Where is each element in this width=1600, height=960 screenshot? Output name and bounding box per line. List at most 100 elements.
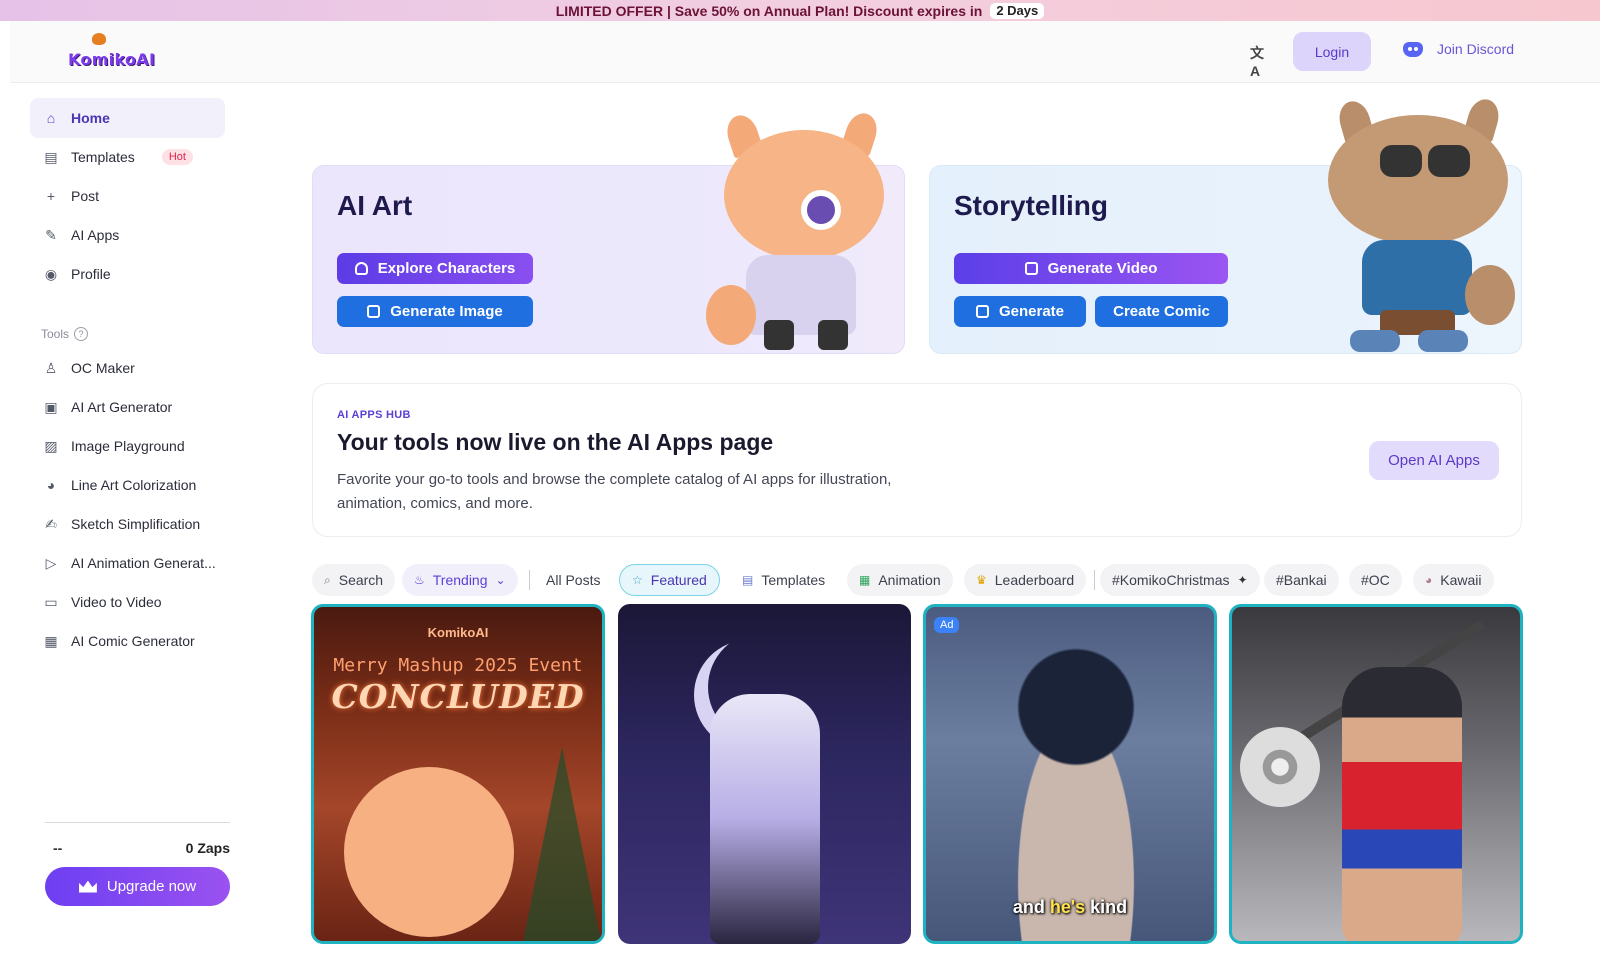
sidebar-item-ai-comic-generator[interactable]: ▦ AI Comic Generator <box>30 621 225 661</box>
weight-plate-illustration <box>1240 727 1320 807</box>
post-card-moon-knight[interactable] <box>618 604 911 944</box>
wolf-boy-mascot-illustration <box>1320 95 1520 357</box>
sidebar-item-home[interactable]: ⌂ Home <box>30 98 225 138</box>
feed-filter-bar: ⌕ Search ♨ Trending ⌄ All Posts ☆ Featur… <box>312 564 1522 596</box>
sidebar: ⌂ Home ▤ Templates Hot + Post ✎ AI Apps … <box>10 83 245 960</box>
promo-text: LIMITED OFFER | Save 50% on Annual Plan!… <box>555 2 983 19</box>
sidebar-item-label: AI Comic Generator <box>71 633 195 649</box>
upgrade-label: Upgrade now <box>106 878 197 895</box>
video-caption: and he's kind <box>926 897 1214 918</box>
caption-highlight: he's <box>1049 897 1086 917</box>
login-button[interactable]: Login <box>1293 32 1371 71</box>
generate-video-button[interactable]: Generate Video <box>954 253 1228 284</box>
logo[interactable]: KomikoAI <box>68 33 156 69</box>
home-icon: ⌂ <box>46 110 56 126</box>
sidebar-item-ai-art-generator[interactable]: ▣ AI Art Generator <box>30 387 225 427</box>
hub-eyebrow: AI APPS HUB <box>337 409 411 421</box>
join-discord-button[interactable]: Join Discord <box>1403 41 1514 57</box>
play-circle-icon: ▷ <box>45 554 57 571</box>
post-card-wonder-woman[interactable] <box>1229 604 1523 944</box>
upgrade-button[interactable]: Upgrade now <box>45 867 230 906</box>
sidebar-item-ai-animation-generator[interactable]: ▷ AI Animation Generat... <box>30 543 225 583</box>
caption-part: and <box>1012 897 1050 917</box>
all-posts-label: All Posts <box>546 572 601 588</box>
profile-icon: ◉ <box>44 265 58 282</box>
chip-separator <box>529 570 530 590</box>
generate-image-button[interactable]: Generate Image <box>337 296 533 327</box>
event-status: CONCLUDED <box>331 677 585 716</box>
sidebar-item-label: OC Maker <box>71 360 135 376</box>
trending-dropdown[interactable]: ♨ Trending ⌄ <box>402 564 518 596</box>
discord-icon <box>1403 41 1423 57</box>
tag-label: #OC <box>1361 572 1390 588</box>
translate-icon[interactable]: 文A <box>1250 43 1268 79</box>
chip-separator <box>1094 570 1095 590</box>
sidebar-item-video-to-video[interactable]: ▭ Video to Video <box>30 582 225 622</box>
tab-leaderboard[interactable]: ♛ Leaderboard <box>964 564 1087 596</box>
sidebar-item-profile[interactable]: ◉ Profile <box>30 254 225 294</box>
image-edit-icon: ▨ <box>44 437 58 454</box>
post-card-event[interactable]: KomikoAI Merry Mashup 2025 Event CONCLUD… <box>311 604 605 944</box>
search-icon: ⌕ <box>324 572 331 587</box>
sidebar-divider <box>45 822 230 823</box>
tag-kawaii[interactable]: ◕ Kawaii <box>1413 564 1494 596</box>
hot-badge: Hot <box>161 149 193 165</box>
chevron-down-icon: ⌄ <box>495 573 506 587</box>
sidebar-item-line-art-colorization[interactable]: ◕ Line Art Colorization <box>30 465 225 505</box>
user-name: -- <box>53 840 63 856</box>
tab-templates[interactable]: ▤ Templates <box>730 564 837 596</box>
open-ai-apps-button[interactable]: Open AI Apps <box>1369 441 1499 480</box>
sidebar-item-templates[interactable]: ▤ Templates Hot <box>30 137 225 177</box>
search-chip[interactable]: ⌕ Search <box>312 564 396 596</box>
promo-banner[interactable]: LIMITED OFFER | Save 50% on Annual Plan!… <box>0 0 1600 21</box>
image-icon <box>367 305 381 318</box>
sidebar-item-label: Line Art Colorization <box>71 477 197 493</box>
sidebar-item-label: AI Animation Generat... <box>71 555 216 571</box>
sidebar-item-sketch-simplification[interactable]: ✍ Sketch Simplification <box>30 504 225 544</box>
tag-komiko-christmas[interactable]: #KomikoChristmas ✦ <box>1100 564 1260 596</box>
post-card-ad[interactable]: Ad and he's kind <box>923 604 1217 944</box>
flame-icon: ♨ <box>414 573 425 587</box>
superheroine-illustration <box>1342 667 1462 941</box>
tag-label: #KomikoChristmas <box>1112 572 1230 588</box>
image-icon: ▣ <box>44 398 58 415</box>
star-icon: ☆ <box>632 573 643 587</box>
tag-oc[interactable]: #OC <box>1349 564 1402 596</box>
sidebar-item-label: Templates <box>71 149 135 165</box>
tools-label-text: Tools <box>41 327 70 341</box>
logo-text: KomikoAI <box>68 50 156 69</box>
sidebar-item-label: Profile <box>71 266 111 282</box>
sidebar-item-post[interactable]: + Post <box>30 176 225 216</box>
create-comic-button[interactable]: Create Comic <box>1095 296 1228 327</box>
zaps-balance: 0 Zaps <box>185 840 230 856</box>
fox-girl-mascot-illustration <box>706 95 896 355</box>
sidebar-item-ai-apps[interactable]: ✎ AI Apps <box>30 215 225 255</box>
hub-title: Your tools now live on the AI Apps page <box>337 429 774 455</box>
christmas-tree-illustration <box>522 747 602 941</box>
caption-part: kind <box>1085 897 1128 917</box>
ai-apps-hub-card: AI APPS HUB Your tools now live on the A… <box>312 383 1522 537</box>
explore-characters-button[interactable]: Explore Characters <box>337 253 533 284</box>
film-icon: ▦ <box>859 573 871 587</box>
sidebar-item-image-playground[interactable]: ▨ Image Playground <box>30 426 225 466</box>
tag-bankai[interactable]: #Bankai <box>1264 564 1339 596</box>
generate-story-button[interactable]: Generate <box>954 296 1086 327</box>
sidebar-item-oc-maker[interactable]: ♙ OC Maker <box>30 348 225 388</box>
magic-wand-icon: ✎ <box>45 226 57 243</box>
tab-all-posts[interactable]: All Posts <box>534 564 612 596</box>
templates-chip-label: Templates <box>761 572 826 588</box>
featured-label: Featured <box>650 572 707 588</box>
hub-description: Favorite your go-to tools and browse the… <box>337 471 892 512</box>
search-chip-label: Search <box>338 572 384 588</box>
generate-image-label: Generate Image <box>390 303 503 320</box>
card-brand-logo: KomikoAI <box>427 625 489 640</box>
help-icon[interactable]: ? <box>74 327 89 341</box>
sidebar-item-label: Image Playground <box>71 438 185 454</box>
white-haired-warrior-illustration <box>710 694 820 944</box>
avatar-icon: ◕ <box>1425 573 1433 587</box>
tab-featured[interactable]: ☆ Featured <box>619 564 720 596</box>
tag-label: #Bankai <box>1276 572 1327 588</box>
user-icon: ♙ <box>44 359 58 376</box>
tab-animation[interactable]: ▦ Animation <box>847 564 953 596</box>
storytelling-title: Storytelling <box>954 190 1109 221</box>
